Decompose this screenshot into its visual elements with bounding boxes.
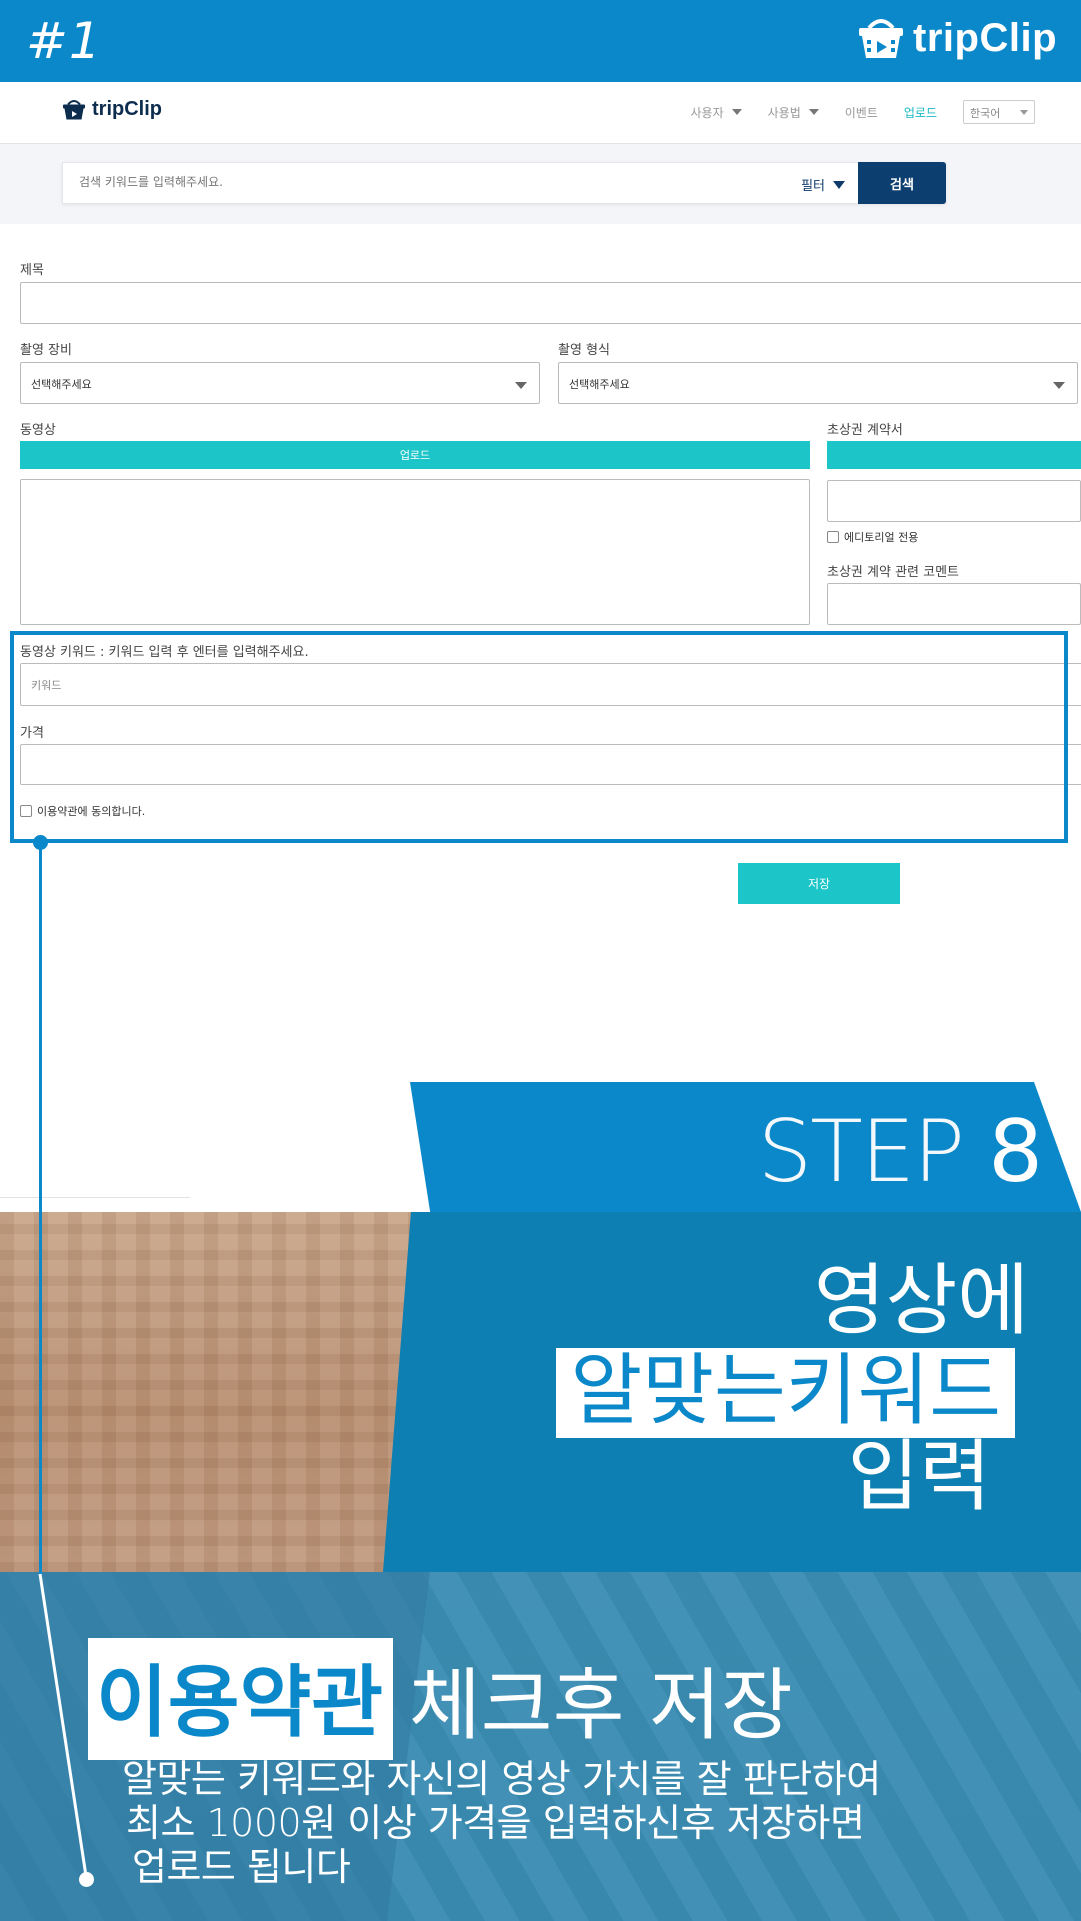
- highlight-frame: [10, 631, 1068, 843]
- headline-line-1: 영상에: [813, 1256, 1029, 1346]
- top-banner: #1 tripClip: [0, 0, 1081, 82]
- editorial-checkbox[interactable]: [827, 531, 839, 543]
- equipment-value: 선택해주세요: [31, 378, 92, 391]
- brand-logo-large: tripClip: [857, 16, 1057, 61]
- nav-item-usage[interactable]: 사용법: [768, 104, 819, 121]
- brand-logo-small[interactable]: tripClip: [62, 98, 162, 121]
- portrait-file-field[interactable]: [827, 480, 1081, 522]
- title-input[interactable]: [20, 282, 1081, 324]
- basket-play-icon: [859, 18, 904, 58]
- equipment-select[interactable]: 선택해주세요: [20, 362, 540, 404]
- equipment-label: 촬영 장비: [20, 343, 72, 358]
- video-label: 동영상: [20, 423, 56, 438]
- save-button[interactable]: 저장: [738, 863, 900, 904]
- nav-item-event[interactable]: 이벤트: [845, 104, 878, 121]
- filter-label: 필터: [801, 179, 825, 194]
- sub-headline-rest: 체크후 저장: [409, 1661, 793, 1751]
- editorial-label: 에디토리얼 전용: [844, 531, 919, 544]
- nav-item-label: 업로드: [903, 105, 937, 120]
- sub-headline: 이용약관 체크후 저장: [88, 1638, 793, 1760]
- headline-line-2: 알맞는키워드: [556, 1348, 1015, 1438]
- brand-name-small: tripClip: [92, 98, 162, 120]
- nav-item-label: 사용자: [690, 105, 724, 120]
- search-button[interactable]: 검색: [858, 162, 946, 204]
- video-drop-area[interactable]: [20, 479, 810, 625]
- search-band: 필터 검색: [0, 144, 1081, 224]
- caret-down-icon: [808, 109, 819, 115]
- portrait-comment-label: 초상권 계약 관련 코멘트: [827, 565, 959, 580]
- format-select[interactable]: 선택해주세요: [558, 362, 1078, 404]
- search-input[interactable]: [79, 175, 679, 189]
- portrait-comment-input[interactable]: [827, 583, 1081, 625]
- search-box: 필터 검색: [62, 162, 946, 204]
- basket-play-icon: [63, 99, 85, 119]
- connector-diagonal: [38, 1573, 88, 1877]
- connector-dot-top: [33, 835, 48, 850]
- connector-line: [39, 843, 42, 1575]
- portrait-upload-button[interactable]: [827, 441, 1081, 469]
- caret-down-icon: [1020, 110, 1028, 115]
- step-num: 8: [988, 1102, 1043, 1202]
- caret-down-icon: [515, 382, 527, 389]
- format-value: 선택해주세요: [569, 378, 630, 391]
- caret-down-icon: [833, 180, 845, 189]
- nav-menu: 사용자 사용법 이벤트 업로드 한국어: [691, 100, 1035, 124]
- language-select[interactable]: 한국어: [963, 100, 1035, 124]
- portrait-contract-label: 초상권 계약서: [827, 423, 903, 438]
- caret-down-icon: [731, 109, 742, 115]
- title-label: 제목: [20, 263, 44, 278]
- nav-item-users[interactable]: 사용자: [691, 104, 742, 121]
- nav-item-label: 이벤트: [844, 105, 878, 120]
- caret-down-icon: [1053, 382, 1065, 389]
- format-label: 촬영 형식: [558, 343, 610, 358]
- nav-item-upload[interactable]: 업로드: [904, 104, 937, 121]
- description-line-3: 업로드 됩니다: [132, 1845, 351, 1889]
- app-nav: tripClip 사용자 사용법 이벤트 업로드 한국어: [0, 82, 1081, 144]
- step-number: #1: [26, 12, 102, 70]
- language-value: 한국어: [970, 107, 1001, 120]
- brand-name-large: tripClip: [913, 16, 1057, 60]
- step-label: STEP 8: [757, 1102, 1043, 1202]
- step-word: STEP: [757, 1102, 965, 1202]
- nav-item-label: 사용법: [767, 105, 801, 120]
- connector-dot-bottom: [79, 1872, 94, 1887]
- filter-dropdown[interactable]: 필터: [801, 175, 845, 194]
- upload-button[interactable]: 업로드: [20, 441, 810, 469]
- divider: [0, 1197, 190, 1198]
- sub-headline-highlight: 이용약관: [88, 1638, 394, 1760]
- headline-line-3: 입력: [847, 1432, 991, 1522]
